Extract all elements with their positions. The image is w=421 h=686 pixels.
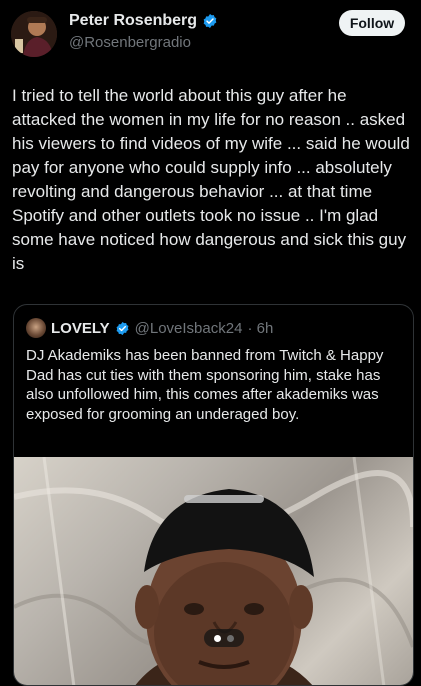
quoted-tweet-text: DJ Akademiks has been banned from Twitch… — [26, 347, 384, 423]
media-photo — [14, 457, 413, 685]
quoted-author-avatar — [26, 318, 46, 338]
quoted-tweet[interactable]: LOVELY @LoveIsback24 · 6h DJ Akademiks h… — [13, 304, 414, 686]
avatar-photo — [11, 11, 57, 57]
quoted-tweet-header: LOVELY @LoveIsback24 · 6h — [26, 318, 273, 338]
quoted-tweet-media[interactable] — [14, 457, 413, 685]
media-page-dot-1[interactable] — [214, 634, 221, 642]
quoted-author-handle: @LoveIsback24 — [134, 319, 243, 337]
author-handle[interactable]: @Rosenbergradio — [69, 34, 191, 51]
author-avatar[interactable] — [11, 11, 57, 57]
author-name-row: Peter Rosenberg — [69, 12, 218, 30]
follow-button[interactable]: Follow — [339, 10, 405, 36]
media-page-indicator[interactable] — [204, 629, 244, 647]
quoted-tweet-time: · 6h — [247, 319, 274, 337]
author-name[interactable]: Peter Rosenberg — [69, 12, 197, 30]
verified-badge-icon — [116, 321, 129, 335]
quoted-author-name: LOVELY — [51, 319, 110, 337]
verified-badge-icon — [203, 14, 217, 28]
media-page-dot-2[interactable] — [227, 634, 234, 642]
tweet-text: I tried to tell the world about this guy… — [12, 86, 410, 273]
tweet-header: Peter Rosenberg @Rosenbergradio Follow — [0, 0, 421, 64]
